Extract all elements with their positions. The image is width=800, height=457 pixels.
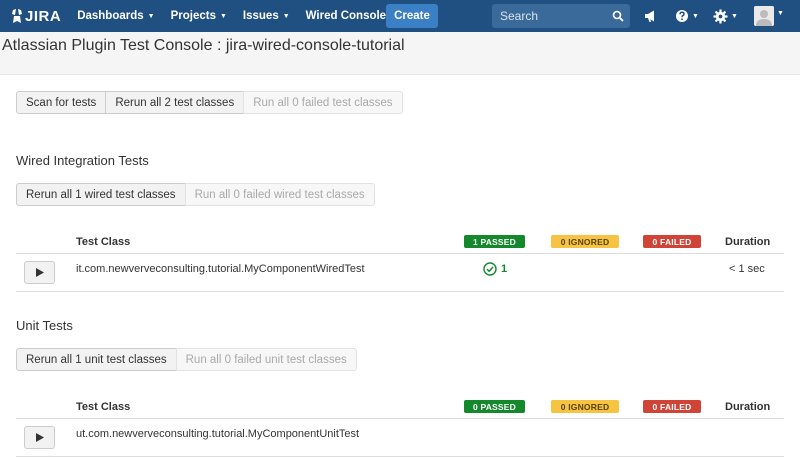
search-icon[interactable] xyxy=(612,10,624,22)
create-button[interactable]: Create xyxy=(386,4,438,28)
table-row: ut.com.newverveconsulting.tutorial.MyCom… xyxy=(16,420,784,457)
test-class-name: ut.com.newverveconsulting.tutorial.MyCom… xyxy=(76,428,360,440)
table-header: Test Class 0 PASSED 0 IGNORED 0 FAILED D… xyxy=(16,397,784,419)
nav-dashboards[interactable]: Dashboards ▼ xyxy=(69,0,162,32)
table-header: Test Class 1 PASSED 0 IGNORED 0 FAILED D… xyxy=(16,232,784,254)
rerun-unit-button[interactable]: Rerun all 1 unit test classes xyxy=(16,348,177,371)
chevron-down-icon: ▼ xyxy=(282,12,290,20)
ignored-badge: 0 IGNORED xyxy=(551,235,619,248)
logo-text: JIRA xyxy=(25,7,62,25)
run-failed-button[interactable]: Run all 0 failed test classes xyxy=(243,91,403,114)
chevron-down-icon: ▼ xyxy=(692,12,699,20)
test-class-name: it.com.newverveconsulting.tutorial.MyCom… xyxy=(76,263,365,275)
table-row: it.com.newverveconsulting.tutorial.MyCom… xyxy=(16,255,784,292)
nav-projects[interactable]: Projects ▼ xyxy=(163,0,235,32)
rerun-all-button[interactable]: Rerun all 2 test classes xyxy=(105,91,245,114)
check-circle-icon xyxy=(483,262,497,276)
run-test-button[interactable] xyxy=(24,261,55,284)
nav-issues-label: Issues xyxy=(242,10,279,22)
top-navigation-bar: JIRA Dashboards ▼ Projects ▼ Issues ▼ Wired… xyxy=(0,0,800,32)
search-box xyxy=(492,4,630,28)
help-icon xyxy=(676,10,688,22)
nav-wired-console-label: Wired Console xyxy=(305,10,387,22)
settings-menu[interactable]: ▼ xyxy=(713,7,738,25)
page-title: Atlassian Plugin Test Console : jira-wir… xyxy=(2,37,405,54)
user-icon xyxy=(754,6,774,26)
play-icon xyxy=(35,268,44,277)
gear-icon xyxy=(713,8,728,24)
jira-logo-icon xyxy=(12,9,22,23)
jira-logo[interactable]: JIRA xyxy=(10,0,61,32)
passed-badge: 0 PASSED xyxy=(464,400,525,413)
help-menu[interactable]: ▼ xyxy=(675,7,699,25)
chevron-down-icon: ▼ xyxy=(731,12,738,20)
nav-wired-console[interactable]: Wired Console xyxy=(298,0,394,32)
test-duration: < 1 sec xyxy=(729,263,765,275)
nav-issues[interactable]: Issues ▼ xyxy=(235,0,298,32)
scan-tests-button[interactable]: Scan for tests xyxy=(16,91,107,114)
header-duration: Duration xyxy=(725,236,771,248)
page-header: Atlassian Plugin Test Console : jira-wir… xyxy=(0,32,800,75)
section-title-unit: Unit Tests xyxy=(16,318,73,333)
run-failed-wired-button[interactable]: Run all 0 failed wired test classes xyxy=(184,183,375,206)
play-icon xyxy=(35,433,44,442)
failed-badge: 0 FAILED xyxy=(643,235,701,248)
avatar[interactable] xyxy=(754,6,774,26)
chevron-down-icon: ▼ xyxy=(219,12,227,20)
header-duration: Duration xyxy=(725,401,771,413)
nav-projects-label: Projects xyxy=(170,10,216,22)
rerun-wired-button[interactable]: Rerun all 1 wired test classes xyxy=(16,183,186,206)
passed-count-value: 1 xyxy=(501,263,508,275)
search-input[interactable] xyxy=(500,9,610,23)
header-test-class: Test Class xyxy=(76,236,131,248)
failed-badge: 0 FAILED xyxy=(643,400,701,413)
run-test-button[interactable] xyxy=(24,426,55,449)
megaphone-icon[interactable] xyxy=(644,7,658,25)
unit-actions: Rerun all 1 unit test classes Run all 0 … xyxy=(16,348,357,371)
nav-dashboards-label: Dashboards xyxy=(77,10,144,22)
passed-count: 1 xyxy=(483,262,507,276)
global-actions: Scan for tests Rerun all 2 test classes … xyxy=(16,91,403,114)
header-test-class: Test Class xyxy=(76,401,131,413)
wired-actions: Rerun all 1 wired test classes Run all 0… xyxy=(16,183,375,206)
chevron-down-icon: ▼ xyxy=(147,12,155,20)
ignored-badge: 0 IGNORED xyxy=(551,400,619,413)
chevron-down-icon[interactable]: ▼ xyxy=(777,10,784,17)
section-title-wired: Wired Integration Tests xyxy=(16,153,149,168)
run-failed-unit-button[interactable]: Run all 0 failed unit test classes xyxy=(175,348,357,371)
passed-badge: 1 PASSED xyxy=(464,235,525,248)
